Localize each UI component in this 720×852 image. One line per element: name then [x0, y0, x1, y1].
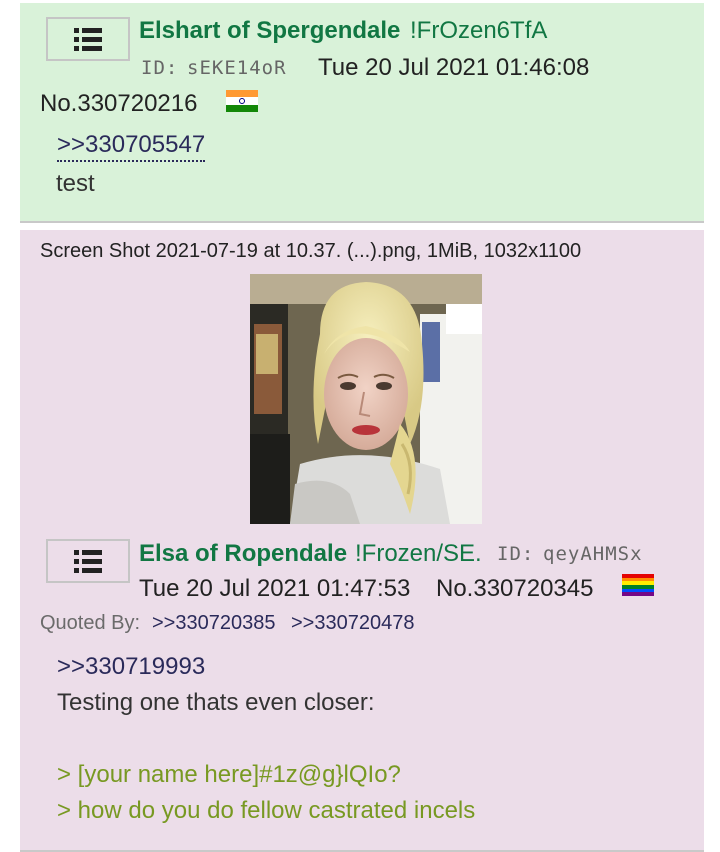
post-body-line: Testing one thats even closer:	[57, 689, 375, 716]
poster-id-label: ID:	[497, 543, 535, 565]
india-flag-icon	[226, 90, 258, 112]
post-image-thumbnail[interactable]	[250, 274, 482, 524]
quoted-by-label: Quoted By:	[40, 612, 141, 634]
post-date: Tue 20 Jul 2021 01:47:53	[139, 575, 411, 602]
rainbow-flag-icon	[622, 574, 654, 596]
file-info-link[interactable]: Screen Shot 2021-07-19 at 10.37. (...).p…	[40, 240, 581, 263]
post-number-link[interactable]: No.330720345	[436, 575, 593, 603]
poster-id[interactable]: sEKE14oR	[187, 57, 287, 79]
post-number-link[interactable]: No.330720216	[40, 90, 197, 118]
greentext-line: > [your name here]#1z@g}lQIo?	[57, 761, 401, 788]
greentext-line: > how do you do fellow castrated incels	[57, 797, 476, 824]
post-menu-button-2[interactable]	[46, 539, 130, 583]
post-body: test	[56, 170, 95, 197]
poster-name: Elsa of Ropendale	[139, 540, 348, 567]
poster-id-label: ID:	[141, 57, 179, 79]
quote-link[interactable]: >>330705547	[57, 131, 206, 162]
quote-link[interactable]: >>330719993	[57, 653, 205, 681]
poster-tripcode: !Frozen/SE.	[355, 540, 482, 567]
backlink[interactable]: >>330720478	[291, 612, 414, 635]
poster-tripcode: !FrOzen6TfA	[410, 17, 548, 44]
poster-name: Elshart of Spergendale	[139, 17, 401, 44]
post-menu-button[interactable]	[46, 17, 130, 61]
backlink[interactable]: >>330720385	[152, 612, 275, 635]
menu-list-icon	[74, 550, 102, 573]
menu-list-icon	[74, 28, 102, 51]
poster-id[interactable]: qeyAHMSx	[543, 543, 643, 565]
post-date: Tue 20 Jul 2021 01:46:08	[318, 54, 590, 81]
